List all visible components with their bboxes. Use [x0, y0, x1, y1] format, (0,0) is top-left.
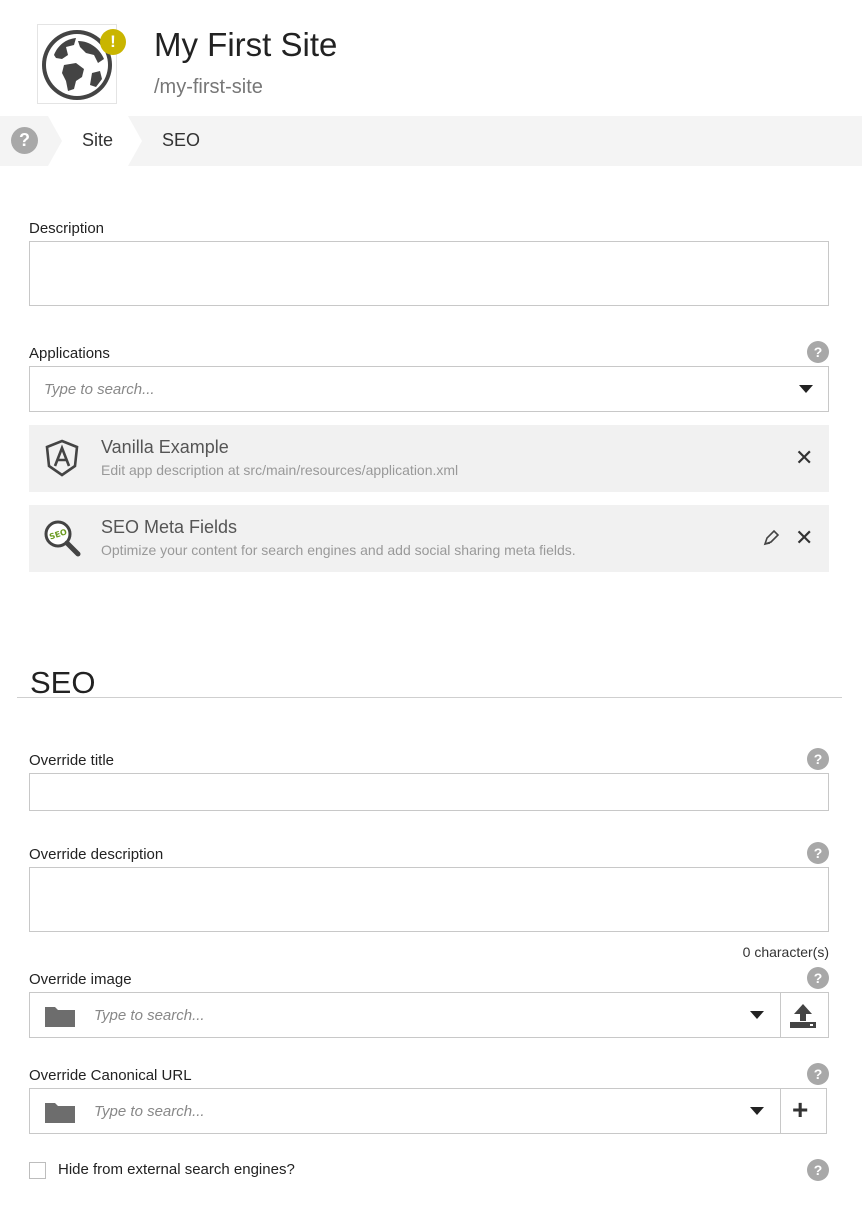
combo-divider	[780, 993, 781, 1037]
description-label: Description	[29, 220, 105, 237]
override-image-label: Override image	[29, 971, 132, 988]
folder-icon	[45, 1103, 75, 1123]
combo-divider	[780, 1089, 781, 1133]
override-description-textarea[interactable]	[29, 867, 829, 932]
applications-label: Applications	[29, 345, 110, 362]
applications-search-input[interactable]: Type to search...	[29, 366, 829, 412]
applications-help-icon[interactable]: ?	[807, 341, 829, 363]
section-title-seo: SEO	[30, 665, 96, 700]
override-image-selector[interactable]: Type to search...	[29, 992, 829, 1038]
chevron-down-icon[interactable]	[750, 1011, 764, 1019]
app-shield-icon	[45, 439, 79, 477]
hide-from-search-checkbox[interactable]	[29, 1162, 46, 1179]
add-icon[interactable]: +	[792, 1095, 808, 1125]
application-card-seo: SEO SEO Meta Fields Optimize your conten…	[29, 505, 829, 572]
override-canonical-label: Override Canonical URL	[29, 1067, 192, 1084]
description-field[interactable]	[29, 241, 829, 306]
override-title-input[interactable]	[29, 773, 829, 811]
application-card-vanilla: Vanilla Example Edit app description at …	[29, 425, 829, 492]
site-header: ! My First Site /my-first-site	[0, 0, 862, 116]
close-icon[interactable]: ✕	[795, 447, 813, 469]
upload-icon[interactable]	[788, 1002, 818, 1030]
applications-placeholder: Type to search...	[44, 381, 155, 398]
character-counter: 0 character(s)	[742, 944, 829, 960]
site-path: /my-first-site	[154, 76, 263, 98]
override-image-help-icon[interactable]: ?	[807, 967, 829, 989]
override-canonical-placeholder: Type to search...	[94, 1103, 205, 1120]
override-title-label: Override title	[29, 752, 115, 769]
override-image-placeholder: Type to search...	[94, 1007, 205, 1024]
hide-help-icon[interactable]: ?	[807, 1159, 829, 1181]
application-description: Edit app description at src/main/resourc…	[101, 462, 459, 478]
hide-from-search-label[interactable]: Hide from external search engines?	[58, 1161, 295, 1178]
override-canonical-help-icon[interactable]: ?	[807, 1063, 829, 1085]
site-globe-icon: !	[37, 24, 126, 104]
chevron-down-icon[interactable]	[750, 1107, 764, 1115]
override-canonical-selector[interactable]: Type to search... +	[29, 1088, 827, 1134]
application-description: Optimize your content for search engines…	[101, 542, 576, 558]
override-description-label: Override description	[29, 846, 164, 863]
seo-magnifier-icon: SEO	[44, 520, 81, 557]
tab-site[interactable]: Site	[82, 130, 113, 151]
tab-seo[interactable]: SEO	[162, 130, 200, 151]
page-title: My First Site	[154, 26, 338, 63]
help-icon[interactable]: ?	[11, 127, 38, 154]
warning-badge: !	[100, 29, 126, 55]
application-name: SEO Meta Fields	[101, 517, 238, 537]
chevron-down-icon[interactable]	[799, 385, 813, 393]
override-title-help-icon[interactable]: ?	[807, 748, 829, 770]
pencil-icon[interactable]	[762, 529, 780, 547]
folder-icon	[45, 1007, 75, 1027]
application-name: Vanilla Example	[101, 437, 229, 457]
section-divider	[17, 697, 842, 698]
override-description-help-icon[interactable]: ?	[807, 842, 829, 864]
close-icon[interactable]: ✕	[795, 527, 813, 549]
